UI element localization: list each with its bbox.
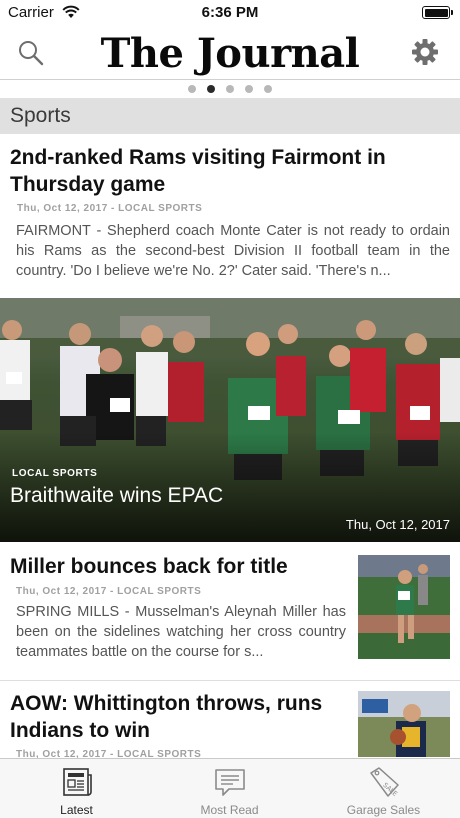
masthead-logo: The Journal: [100, 30, 360, 77]
tab-label: Latest: [60, 803, 93, 817]
article-card[interactable]: 2nd-ranked Rams visiting Fairmont in Thu…: [0, 142, 460, 298]
chat-bubble-icon: [214, 769, 245, 796]
article-summary: SPRING MILLS - Musselman's Aleynah Mille…: [16, 604, 346, 660]
article-headline[interactable]: AOW: Whittington throws, runs Indians to…: [10, 690, 345, 744]
article-summary: FAIRMONT - Shepherd coach Monte Cater is…: [16, 223, 450, 279]
sale-tag-icon: SALE: [369, 767, 398, 798]
page-dot[interactable]: [264, 85, 272, 93]
status-bar: Carrier 6:36 PM: [0, 0, 460, 26]
app-header: The Journal: [0, 26, 460, 80]
featured-article[interactable]: LOCAL SPORTS Braithwaite wins EPAC Thu, …: [0, 298, 460, 542]
tab-label: Garage Sales: [346, 803, 421, 817]
page-indicator[interactable]: [0, 80, 460, 98]
article-card[interactable]: Miller bounces back for title Thu, Oct 1…: [0, 542, 460, 680]
article-thumbnail[interactable]: [358, 691, 450, 757]
section-title: Sports: [10, 104, 71, 127]
page-dot[interactable]: [226, 85, 234, 93]
article-headline[interactable]: Miller bounces back for title: [10, 553, 345, 580]
section-header: Sports: [0, 98, 460, 134]
tab-garage-sales[interactable]: SALE Garage Sales: [307, 759, 460, 818]
article-headline[interactable]: 2nd-ranked Rams visiting Fairmont in Thu…: [10, 144, 450, 198]
tab-label: Most Read: [200, 803, 259, 817]
tab-latest[interactable]: Latest: [0, 759, 153, 818]
gear-icon[interactable]: [410, 37, 440, 67]
page-dot[interactable]: [207, 85, 215, 93]
featured-category: LOCAL SPORTS: [12, 468, 98, 479]
page-dot[interactable]: [188, 85, 196, 93]
article-meta: Thu, Oct 12, 2017 - LOCAL SPORTS: [17, 203, 203, 214]
tab-most-read[interactable]: Most Read: [153, 759, 306, 818]
battery-icon: [422, 6, 453, 19]
status-time: 6:36 PM: [201, 4, 259, 21]
featured-date: Thu, Oct 12, 2017: [345, 517, 450, 532]
article-card[interactable]: AOW: Whittington throws, runs Indians to…: [0, 680, 460, 760]
tab-bar: Latest Most Read SALE Garage Sales: [0, 758, 460, 818]
page-dot[interactable]: [245, 85, 253, 93]
article-meta: Thu, Oct 12, 2017 - LOCAL SPORTS: [16, 586, 202, 597]
newspaper-icon: [62, 768, 92, 796]
article-thumbnail[interactable]: [358, 555, 450, 659]
featured-headline[interactable]: Braithwaite wins EPAC: [10, 484, 223, 508]
